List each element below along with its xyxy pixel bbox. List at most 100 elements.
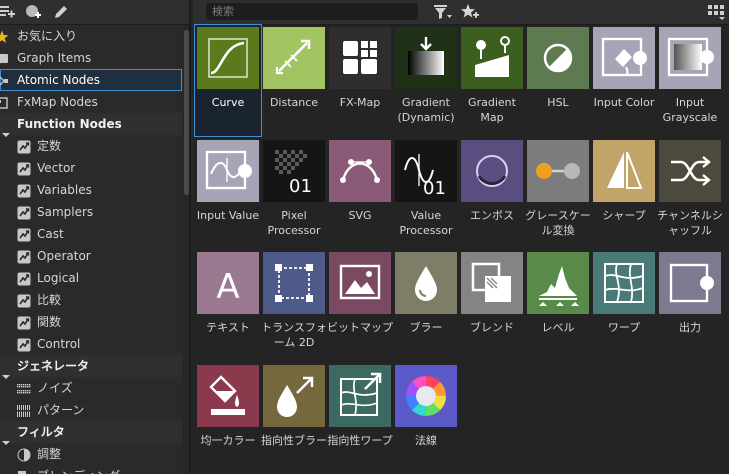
function-icon [17, 139, 31, 154]
library-item[interactable]: お気に入り [0, 25, 182, 47]
node-label: ビットマップ [327, 321, 393, 334]
node-tile[interactable]: トランスフォーム 2D [261, 250, 327, 361]
library-item[interactable]: 比較 [0, 289, 182, 311]
library-item[interactable]: Graph Items [0, 47, 182, 69]
edit-icon[interactable] [52, 3, 70, 21]
curve-icon [197, 27, 259, 89]
node-tile[interactable]: Gradient (Dynamic) [393, 25, 459, 136]
node-tile[interactable]: HSL [525, 25, 591, 136]
node-label: Input Color [593, 96, 655, 109]
node-label: ワープ [607, 321, 641, 334]
library-item[interactable]: Logical [0, 267, 182, 289]
library-item-label: Control [37, 337, 81, 351]
node-tile[interactable]: Input Color [591, 25, 657, 136]
node-tile[interactable]: 01 Value Processor [393, 138, 459, 249]
section-header[interactable]: Function Nodes [0, 113, 182, 137]
library-item[interactable]: Cast [0, 223, 182, 245]
add-library-icon[interactable] [0, 3, 16, 21]
node-label: Value Processor [399, 209, 453, 237]
node-tile[interactable]: 01 Pixel Processor [261, 138, 327, 249]
pixel-processor-icon: 01 [263, 140, 325, 202]
node-tile[interactable]: ブレンド [459, 250, 525, 361]
node-tile[interactable]: Distance [261, 25, 327, 136]
node-tile[interactable]: レベル [525, 250, 591, 361]
library-item-label: 定数 [37, 139, 62, 153]
node-label: 指向性ワープ [327, 434, 393, 447]
view-mode-icon[interactable] [707, 4, 727, 22]
graph-items-icon [0, 51, 9, 65]
scrollbar-thumb[interactable] [184, 30, 189, 195]
transform-2d-icon [263, 252, 325, 314]
node-tile[interactable]: Gradient Map [459, 25, 525, 136]
node-label: チャンネルシャッフル [657, 209, 723, 237]
node-tile[interactable]: 指向性ブラー [261, 363, 327, 474]
adjust-icon [17, 447, 31, 462]
text-icon: A [197, 252, 259, 314]
library-item[interactable]: Atomic Nodes [0, 69, 182, 91]
filter-icon[interactable] [433, 4, 453, 21]
node-label: 出力 [679, 321, 701, 334]
library-item[interactable]: 関数 [0, 311, 182, 333]
node-tile[interactable]: A テキスト [195, 250, 261, 361]
favorites-filter-icon[interactable] [460, 3, 480, 21]
emboss-icon [461, 140, 523, 202]
node-tile[interactable]: グレースケール変換 [525, 138, 591, 249]
node-tile[interactable]: チャンネルシャッフル [657, 138, 723, 249]
section-header[interactable]: フィルタ [0, 421, 182, 445]
node-tile[interactable]: 出力 [657, 250, 723, 361]
node-tile[interactable]: SVG [327, 138, 393, 249]
gradient-map-icon [461, 27, 523, 89]
function-icon [17, 227, 31, 242]
library-item[interactable]: パターン [0, 399, 182, 421]
function-icon [17, 183, 31, 198]
library-item-label: Graph Items [17, 51, 92, 65]
node-tile[interactable]: ブラー [393, 250, 459, 361]
library-item[interactable]: 調整 [0, 443, 182, 465]
node-tile[interactable]: 指向性ワープ [327, 363, 393, 474]
blend-icon [461, 252, 523, 314]
library-item-label: ブレンディング [37, 465, 120, 474]
output-icon [659, 252, 721, 314]
bitmap-icon [329, 252, 391, 314]
search-input[interactable] [206, 3, 418, 20]
library-item-label: Function Nodes [17, 117, 122, 131]
library-item[interactable]: Samplers [0, 201, 182, 223]
library-item[interactable]: Operator [0, 245, 182, 267]
library-item-label: フィルタ [17, 425, 65, 439]
library-item[interactable]: 定数 [0, 135, 182, 157]
function-icon [17, 161, 31, 176]
library-item[interactable]: Vector [0, 157, 182, 179]
node-label: ブラー [409, 321, 443, 334]
node-tile[interactable]: Input Grayscale [657, 25, 723, 136]
node-tile[interactable]: FX-Map [327, 25, 393, 136]
node-tile[interactable]: エンボス [459, 138, 525, 249]
node-label: Gradient Map [468, 96, 516, 124]
node-label: HSL [547, 96, 569, 109]
node-tile[interactable]: シャープ [591, 138, 657, 249]
function-icon [17, 337, 31, 352]
pattern-icon [17, 403, 31, 417]
levels-icon [527, 252, 589, 314]
node-tile[interactable]: ビットマップ [327, 250, 393, 361]
function-icon [17, 249, 31, 264]
library-item[interactable]: ノイズ [0, 377, 182, 399]
node-tile[interactable]: 均一カラー [195, 363, 261, 474]
right-toolbar [193, 0, 729, 25]
function-icon [17, 205, 31, 220]
node-tile[interactable]: 法線 [393, 363, 459, 474]
svg-icon [329, 140, 391, 202]
library-window: お気に入り Graph Items Atomic Nodes FxMap Nodes F… [0, 0, 729, 474]
section-header[interactable]: ジェネレータ [0, 355, 182, 379]
node-tile[interactable]: Curve [194, 24, 262, 137]
node-tile[interactable]: ワープ [591, 250, 657, 361]
add-item-icon[interactable] [24, 3, 42, 21]
library-item-label: 関数 [37, 315, 62, 329]
library-item[interactable]: Variables [0, 179, 182, 201]
library-item-label: Logical [37, 271, 80, 285]
uniform-color-icon [197, 365, 259, 427]
library-item[interactable]: Control [0, 333, 182, 355]
library-item[interactable]: ブレンディング [0, 465, 182, 474]
library-item[interactable]: FxMap Nodes [0, 91, 182, 113]
collapse-arrow-icon [2, 430, 10, 445]
node-tile[interactable]: Input Value [195, 138, 261, 249]
